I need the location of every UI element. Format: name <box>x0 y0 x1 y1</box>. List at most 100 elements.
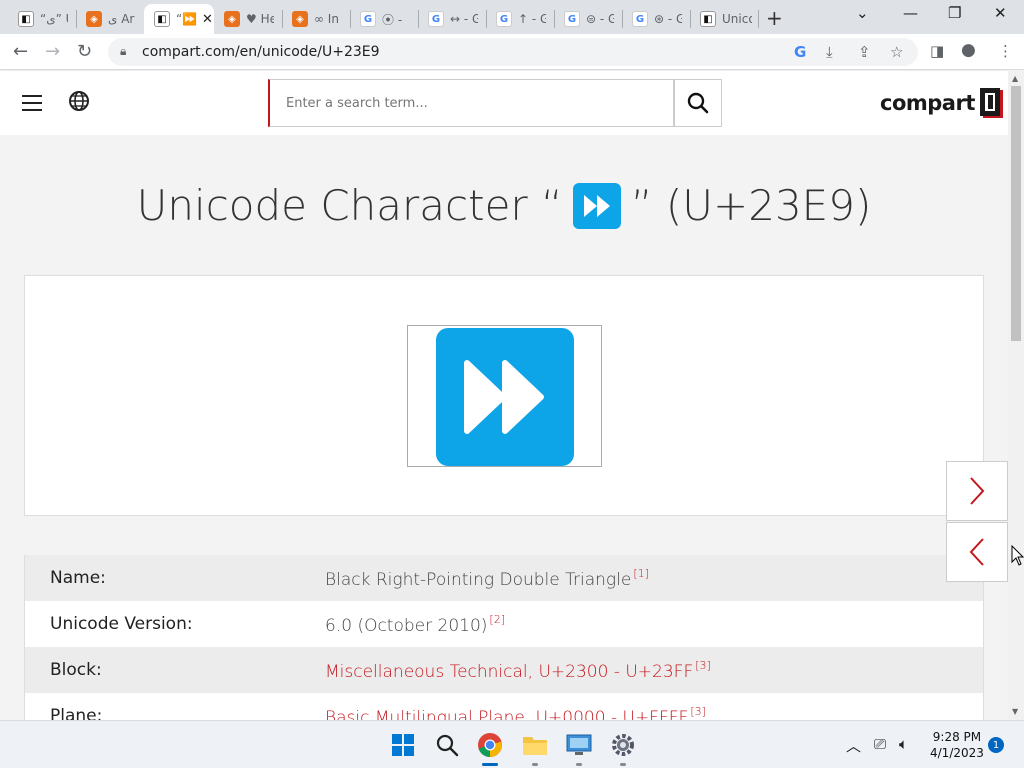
share-icon[interactable]: ⇪ <box>858 43 871 61</box>
reference-link[interactable]: [2] <box>489 613 505 626</box>
browser-tab[interactable]: G ⊜ - G <box>554 4 620 34</box>
profile-avatar-icon[interactable]: ● <box>961 40 976 60</box>
google-favicon-icon: G <box>496 11 512 27</box>
property-label: Unicode Version: <box>50 614 193 634</box>
url-text[interactable]: compart.com/en/unicode/U+23E9 <box>142 44 380 60</box>
google-lens-icon[interactable]: G <box>794 43 806 61</box>
browser-tab[interactable]: ◈ ♥ He <box>214 4 280 34</box>
scroll-thumb[interactable] <box>1011 86 1021 341</box>
notification-badge[interactable]: 1 <box>988 737 1004 753</box>
browser-tab-strip: ◧ “ﻯ” U ◈ ﻯ Ar ◧ “⏩ ✕ ◈ ♥ He ◈ ∞ In G ⦿ … <box>0 0 1024 34</box>
site-header: compart <box>0 71 1008 135</box>
property-label: Plane: <box>50 706 103 720</box>
browser-tab[interactable]: G ↔ - G <box>418 4 484 34</box>
site-search-input[interactable] <box>268 79 674 127</box>
install-app-icon[interactable]: ⤓ <box>826 43 833 61</box>
tab-title: ♥ He <box>246 12 274 26</box>
property-label: Name: <box>50 568 106 588</box>
restore-icon[interactable]: ❐ <box>948 4 961 22</box>
taskbar-control-panel[interactable] <box>565 731 593 759</box>
site-search-button[interactable] <box>674 79 722 127</box>
control-panel-icon <box>566 734 592 755</box>
chrome-icon <box>478 733 502 757</box>
clock-date: 4/1/2023 <box>930 746 984 760</box>
table-row: Block: Miscellaneous Technical, U+2300 -… <box>24 647 984 693</box>
browser-tab-active[interactable]: ◧ “⏩ ✕ <box>144 4 214 34</box>
property-value: Black Right-Pointing Double Triangle [1] <box>325 566 649 590</box>
tab-title: ↑ - G <box>518 12 546 26</box>
windows-logo-icon <box>392 734 414 756</box>
taskbar-settings[interactable] <box>609 731 637 759</box>
browser-tab[interactable]: ◈ ﻯ Ar <box>76 4 142 34</box>
network-icon[interactable]: ⎚ <box>874 735 886 753</box>
property-label: Block: <box>50 660 102 680</box>
windows-taskbar: ︿ ⎚ 🔈︎ 9:28 PM 4/1/2023 1 <box>0 720 1024 768</box>
property-value-link[interactable]: Basic Multilingual Plane, U+0000 - U+FFF… <box>325 705 706 721</box>
scroll-down-icon[interactable]: ▼ <box>1012 707 1018 716</box>
running-app-indicator <box>576 763 582 766</box>
taskbar-file-explorer[interactable] <box>521 731 549 759</box>
browser-tab[interactable]: G ⊛ - G <box>622 4 688 34</box>
tab-title: Unico <box>722 12 752 26</box>
lock-icon[interactable]: 🔒︎ <box>120 44 126 59</box>
chevron-up-icon[interactable]: ︿ <box>846 735 861 756</box>
taskbar-clock[interactable]: 9:28 PM 4/1/2023 <box>930 729 984 761</box>
tab-search-icon[interactable]: ⌄ <box>856 4 869 22</box>
tab-title: ∞ In <box>314 12 339 26</box>
google-favicon-icon: G <box>632 11 648 27</box>
address-bar[interactable]: 🔒︎ compart.com/en/unicode/U+23E9 G ⤓ ⇪ ☆ <box>108 38 918 66</box>
globe-icon[interactable] <box>68 90 90 112</box>
side-panel-icon[interactable]: ◨ <box>930 42 944 60</box>
running-app-indicator <box>532 763 538 766</box>
volume-icon[interactable]: 🔈︎ <box>899 735 908 753</box>
tab-title: ﻯ Ar <box>108 12 135 26</box>
page-title-suffix: ” (U+23E9) <box>630 181 872 230</box>
tab-title: ↔ - G <box>450 12 478 26</box>
taskbar-chrome[interactable] <box>476 731 504 759</box>
chrome-menu-icon[interactable]: ⋮ <box>998 42 1013 60</box>
reference-link[interactable]: [3] <box>690 705 706 718</box>
bookmark-star-icon[interactable]: ☆ <box>890 43 903 61</box>
close-window-icon[interactable]: ✕ <box>994 4 1007 22</box>
property-value-link[interactable]: Miscellaneous Technical, U+2300 - U+23FF… <box>325 659 711 682</box>
browser-tab[interactable]: ◧ “ﻯ” U <box>8 4 74 34</box>
next-character-button[interactable] <box>946 461 1008 521</box>
orange-favicon-icon: ◈ <box>224 11 240 27</box>
page-scrollbar[interactable]: ▲ ▼ <box>1008 71 1024 720</box>
chevron-right-icon <box>970 477 985 505</box>
close-tab-icon[interactable]: ✕ <box>202 12 213 27</box>
orange-favicon-icon: ◈ <box>86 11 102 27</box>
logo-text: compart <box>880 91 975 115</box>
new-tab-icon[interactable]: + <box>766 6 783 30</box>
reference-link[interactable]: [3] <box>695 659 711 672</box>
reference-link[interactable]: [1] <box>633 567 649 580</box>
back-icon[interactable]: ← <box>13 41 28 62</box>
orange-favicon-icon: ◈ <box>292 11 308 27</box>
search-icon <box>687 92 709 114</box>
compart-logo[interactable]: compart <box>880 87 1005 119</box>
tab-title: “ﻯ” U <box>40 12 68 26</box>
previous-character-button[interactable] <box>946 522 1008 582</box>
glyph-display-panel <box>24 275 984 516</box>
minimize-icon[interactable]: — <box>903 4 918 22</box>
hamburger-menu-icon[interactable] <box>22 95 42 111</box>
reload-icon[interactable]: ↻ <box>77 41 92 62</box>
scroll-up-icon[interactable]: ▲ <box>1012 74 1018 83</box>
taskbar-search-button[interactable] <box>433 731 461 759</box>
browser-tab[interactable]: ◈ ∞ In <box>282 4 348 34</box>
forward-icon[interactable]: → <box>45 41 60 62</box>
tab-title: ⊜ - G <box>586 12 614 26</box>
browser-tab[interactable]: ◧ Unico <box>690 4 756 34</box>
running-app-indicator <box>620 763 626 766</box>
fast-forward-icon <box>436 328 574 466</box>
mouse-cursor-icon <box>1011 545 1024 566</box>
start-button[interactable] <box>389 731 417 759</box>
browser-tab[interactable]: G ↑ - G <box>486 4 552 34</box>
table-row: Unicode Version: 6.0 (October 2010) [2] <box>24 601 984 647</box>
active-app-indicator <box>482 763 498 766</box>
tab-title: ⦿ - <box>382 12 403 27</box>
compart-favicon-icon: ◧ <box>700 11 716 27</box>
page-content: Unicode Character “ ” (U+23E9) Name: Bla… <box>0 135 1008 720</box>
chevron-left-icon <box>969 538 984 566</box>
browser-tab[interactable]: G ⦿ - <box>350 4 416 34</box>
